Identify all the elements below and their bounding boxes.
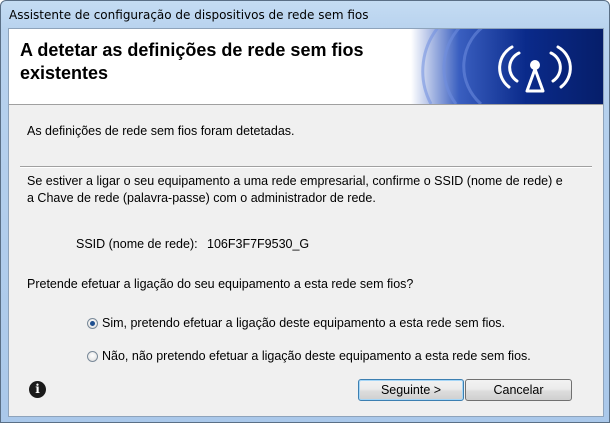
divider — [20, 166, 592, 168]
title-bar[interactable]: Assistente de configuração de dispositiv… — [1, 1, 609, 27]
header-band: A detetar as definições de rede sem fios… — [9, 29, 603, 105]
detected-message: As definições de rede sem fios foram det… — [27, 124, 295, 138]
enterprise-notice-line2: a Chave de rede (palavra-passe) com o ad… — [27, 191, 376, 205]
info-icon[interactable]: i — [29, 381, 46, 398]
option-no[interactable]: Não, não pretendo efetuar a ligação dest… — [87, 348, 531, 364]
cancel-button[interactable]: Cancelar — [465, 379, 572, 401]
connect-question: Pretende efetuar a ligação do seu equipa… — [27, 277, 414, 291]
window-title: Assistente de configuração de dispositiv… — [9, 8, 369, 22]
option-no-label[interactable]: Não, não pretendo efetuar a ligação dest… — [102, 349, 531, 363]
option-yes-label[interactable]: Sim, pretendo efetuar a ligação deste eq… — [102, 316, 505, 330]
enterprise-notice-line1: Se estiver a ligar o seu equipamento a u… — [27, 174, 563, 188]
wireless-signal-icon — [411, 29, 603, 104]
ssid-label: SSID (nome de rede): — [76, 237, 198, 251]
option-yes[interactable]: Sim, pretendo efetuar a ligação deste eq… — [87, 315, 505, 331]
next-button[interactable]: Seguinte > — [358, 379, 464, 401]
wizard-window: Assistente de configuração de dispositiv… — [0, 0, 610, 423]
wizard-content: A detetar as definições de rede sem fios… — [8, 28, 604, 417]
ssid-value: 106F3F7F9530_G — [207, 237, 310, 251]
radio-no[interactable] — [87, 350, 98, 362]
page-title: A detetar as definições de rede sem fios… — [20, 40, 364, 83]
radio-yes[interactable] — [87, 317, 98, 329]
